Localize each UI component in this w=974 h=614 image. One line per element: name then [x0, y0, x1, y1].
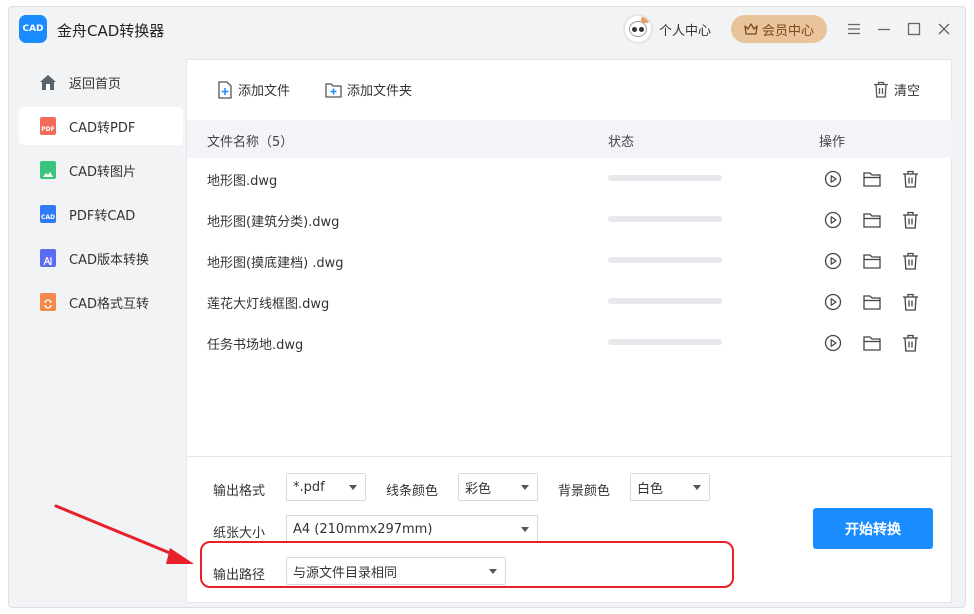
sidebar-item-label: CAD版本转换	[69, 252, 149, 268]
add-file-button[interactable]: 添加文件	[217, 80, 290, 99]
maximize-icon[interactable]	[903, 18, 925, 40]
sidebar-item-pdf-to-cad[interactable]: CAD PDF转CAD	[19, 195, 183, 233]
progress-bar	[608, 175, 722, 181]
output-path-select[interactable]: 与源文件目录相同	[286, 557, 506, 585]
vip-center-button[interactable]: 会员中心	[731, 15, 827, 43]
file-name: 莲花大灯线框图.dwg	[207, 297, 330, 312]
convert-play-icon[interactable]	[822, 250, 844, 272]
user-center-label: 个人中心	[659, 23, 712, 39]
file-name: 地形图(摸底建档) .dwg	[207, 256, 344, 271]
progress-bar	[608, 339, 722, 345]
chevron-down-icon	[521, 485, 529, 490]
open-folder-icon[interactable]	[861, 332, 883, 354]
open-folder-icon[interactable]	[861, 209, 883, 231]
line-color-label: 线条颜色	[386, 484, 439, 499]
cad-file-icon: CAD	[39, 205, 57, 223]
table-row: 地形图(摸底建档) .dwg	[187, 240, 953, 281]
menu-icon[interactable]	[843, 18, 865, 40]
sidebar-item-label: CAD格式互转	[69, 296, 149, 312]
background-color-select[interactable]: 白色	[630, 473, 710, 501]
file-name: 地形图(建筑分类).dwg	[207, 215, 340, 230]
convert-play-icon[interactable]	[822, 168, 844, 190]
minimize-icon[interactable]	[873, 18, 895, 40]
sidebar-item-cad-to-image[interactable]: CAD转图片	[19, 151, 183, 189]
sidebar-item-cad-to-pdf[interactable]: PDF CAD转PDF	[19, 107, 183, 145]
table-header: 文件名称（5） 状态 操作	[187, 120, 953, 158]
delete-trash-icon[interactable]	[899, 209, 921, 231]
pdf-file-icon: PDF	[39, 117, 57, 135]
background-color-label: 背景颜色	[558, 484, 611, 499]
start-convert-button[interactable]: 开始转换	[813, 508, 933, 549]
add-folder-button[interactable]: 添加文件夹	[325, 80, 412, 99]
sidebar-item-cad-version[interactable]: CAD版本转换	[19, 239, 183, 277]
convert-play-icon[interactable]	[822, 291, 844, 313]
app-logo: CAD	[19, 15, 47, 43]
sidebar-item-label: PDF转CAD	[69, 208, 136, 224]
table-row: 任务书场地.dwg	[187, 322, 953, 363]
sidebar-item-label: CAD转图片	[69, 164, 136, 180]
delete-trash-icon[interactable]	[899, 250, 921, 272]
add-file-icon	[218, 80, 232, 99]
sidebar-item-label: CAD转PDF	[69, 120, 136, 136]
progress-bar	[608, 298, 722, 304]
table-row: 莲花大灯线框图.dwg	[187, 281, 953, 322]
format-file-icon	[39, 293, 57, 311]
chevron-down-icon	[521, 527, 529, 532]
output-path-label: 输出路径	[213, 568, 266, 583]
title-bar: CAD 金舟CAD转换器 个人中心 会员中心	[9, 7, 965, 53]
progress-bar	[608, 216, 722, 222]
chevron-down-icon	[693, 485, 701, 490]
line-color-select[interactable]: 彩色	[458, 473, 538, 501]
add-folder-icon	[325, 82, 342, 98]
add-file-label: 添加文件	[238, 84, 291, 99]
home-icon	[39, 73, 57, 91]
settings-panel: 输出格式 *.pdf 线条颜色 彩色 背景颜色 白色 纸张大小 A4 (210m…	[187, 456, 953, 604]
output-format-label: 输出格式	[213, 484, 266, 499]
app-title: 金舟CAD转换器	[57, 22, 165, 40]
convert-play-icon[interactable]	[822, 332, 844, 354]
column-header-status: 状态	[608, 135, 635, 150]
delete-trash-icon[interactable]	[899, 168, 921, 190]
sidebar: 返回首页 PDF CAD转PDF CAD转图片 CAD PDF转CAD CAD版…	[19, 63, 183, 327]
image-file-icon	[39, 161, 57, 179]
main-panel: 添加文件 添加文件夹 清空 文件名称（5） 状态 操作 地形图.dwg 地形图(…	[186, 59, 953, 604]
avatar	[623, 14, 653, 44]
add-folder-label: 添加文件夹	[347, 84, 413, 99]
open-folder-icon[interactable]	[861, 291, 883, 313]
column-header-name: 文件名称（5）	[207, 135, 294, 150]
user-center-button[interactable]: 个人中心	[623, 14, 711, 44]
close-icon[interactable]	[933, 18, 955, 40]
clear-button[interactable]: 清空	[873, 80, 920, 99]
file-name: 地形图.dwg	[207, 174, 278, 189]
paper-size-select[interactable]: A4 (210mmx297mm)	[286, 515, 538, 543]
trash-icon	[874, 81, 888, 98]
progress-bar	[608, 257, 722, 263]
sidebar-item-label: 返回首页	[69, 76, 122, 92]
output-format-select[interactable]: *.pdf	[286, 473, 366, 501]
crown-icon	[744, 23, 758, 35]
toolbar: 添加文件 添加文件夹 清空	[187, 60, 953, 120]
column-header-action: 操作	[819, 135, 846, 150]
delete-trash-icon[interactable]	[899, 291, 921, 313]
convert-play-icon[interactable]	[822, 209, 844, 231]
open-folder-icon[interactable]	[861, 168, 883, 190]
paper-size-label: 纸张大小	[213, 526, 266, 541]
delete-trash-icon[interactable]	[899, 332, 921, 354]
clear-label: 清空	[894, 84, 921, 99]
app-window: CAD 金舟CAD转换器 个人中心 会员中心 返回首页 PDF CAD转PDF …	[8, 6, 966, 608]
sidebar-item-home[interactable]: 返回首页	[19, 63, 183, 101]
table-row: 地形图(建筑分类).dwg	[187, 199, 953, 240]
sidebar-item-cad-format[interactable]: CAD格式互转	[19, 283, 183, 321]
open-folder-icon[interactable]	[861, 250, 883, 272]
vip-center-label: 会员中心	[761, 23, 814, 39]
chevron-down-icon	[489, 569, 497, 574]
chevron-down-icon	[349, 485, 357, 490]
version-file-icon	[39, 249, 57, 267]
table-row: 地形图.dwg	[187, 158, 953, 199]
file-name: 任务书场地.dwg	[207, 338, 304, 353]
